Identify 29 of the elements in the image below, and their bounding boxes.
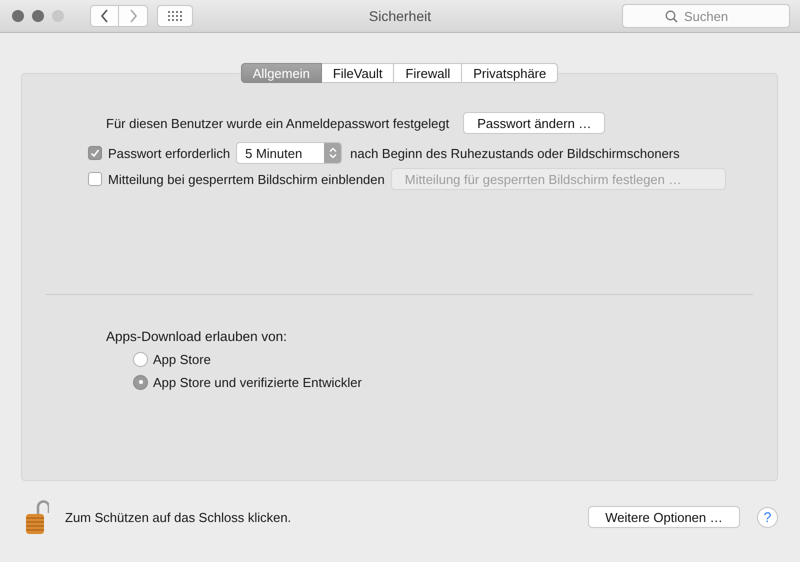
delay-suffix-text: nach Beginn des Ruhezustands oder Bildschirmschoners [350, 146, 680, 160]
tab[interactable]: FileVault [322, 63, 394, 83]
tab[interactable]: Firewall [394, 63, 462, 83]
show-all-button[interactable] [157, 5, 193, 27]
help-button[interactable]: ? [757, 506, 778, 528]
checkbox[interactable] [88, 172, 102, 186]
radio-option[interactable]: App Store [133, 351, 211, 367]
grid-icon [168, 11, 182, 21]
checkbox-label: Passwort erforderlich [108, 146, 230, 160]
search-field[interactable]: Suchen [622, 4, 790, 28]
lock-hint-text: Zum Schützen auf das Schloss klicken. [65, 510, 292, 524]
change-password-button[interactable]: Passwort ändern … [463, 112, 606, 134]
checkbox-label: Mitteilung bei gesperrtem Bildschirm einblenden [108, 172, 385, 186]
chevron-right-icon [128, 9, 138, 23]
back-button[interactable] [90, 5, 119, 27]
stepper-icon [324, 143, 342, 163]
window-title: Sicherheit [368, 8, 432, 24]
section-label: Apps-Download erlauben von: [106, 329, 288, 344]
checkbox[interactable] [88, 146, 102, 160]
checkmark-icon [90, 148, 100, 158]
more-options-button[interactable]: Weitere Optionen … [588, 506, 740, 528]
minimize-button[interactable] [32, 10, 44, 22]
password-status-text: Für diesen Benutzer wurde ein Anmeldepasswort festgelegt [106, 116, 450, 130]
lock-icon[interactable] [25, 499, 49, 535]
delay-dropdown[interactable]: 5 Minuten [236, 142, 342, 164]
close-button[interactable] [12, 10, 24, 22]
tab[interactable]: Privatsphäre [462, 63, 558, 83]
radio-option[interactable]: App Store und verifizierte Entwickler [133, 374, 362, 390]
chevron-left-icon [100, 9, 110, 23]
